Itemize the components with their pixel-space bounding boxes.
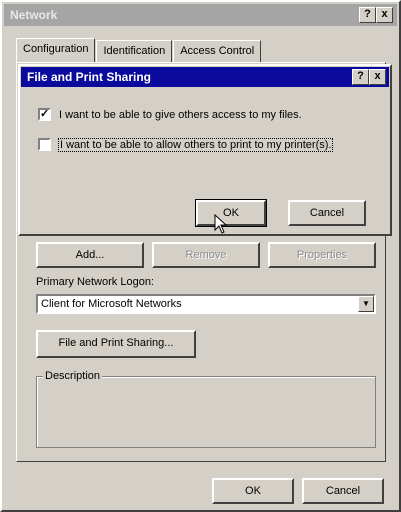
files-option-row[interactable]: ✓ I want to be able to give others acces… xyxy=(38,108,302,121)
files-option-label: I want to be able to give others access … xyxy=(59,108,302,121)
description-group: Description xyxy=(36,370,376,448)
dialog-ok-button[interactable]: OK xyxy=(195,199,267,227)
printers-option-label: I want to be able to allow others to pri… xyxy=(57,137,334,152)
primary-logon-value: Client for Microsoft Networks xyxy=(41,298,182,310)
tab-access-control[interactable]: Access Control xyxy=(173,40,262,62)
ok-button[interactable]: OK xyxy=(212,478,294,504)
remove-button[interactable]: Remove xyxy=(152,242,260,268)
file-print-sharing-button[interactable]: File and Print Sharing... xyxy=(36,330,196,358)
tab-strip: Configuration Identification Access Cont… xyxy=(16,38,262,62)
help-icon[interactable]: ? xyxy=(359,7,376,23)
dialog-close-icon[interactable]: x xyxy=(369,69,386,85)
printers-checkbox[interactable] xyxy=(38,138,51,151)
close-icon[interactable]: x xyxy=(376,7,393,23)
dialog-cancel-button[interactable]: Cancel xyxy=(288,200,366,226)
mouse-pointer-icon xyxy=(214,214,228,234)
cancel-button[interactable]: Cancel xyxy=(302,478,384,504)
window-title: Network xyxy=(10,8,58,22)
dialog-help-icon[interactable]: ? xyxy=(352,69,369,85)
add-button[interactable]: Add... xyxy=(36,242,144,268)
dialog-titlebar: File and Print Sharing ? x xyxy=(21,67,389,87)
primary-logon-select[interactable]: Client for Microsoft Networks ▼ xyxy=(36,294,376,314)
printers-option-row[interactable]: I want to be able to allow others to pri… xyxy=(38,137,334,152)
file-print-sharing-dialog: File and Print Sharing ? x ✓ I want to b… xyxy=(18,64,392,236)
chevron-down-icon[interactable]: ▼ xyxy=(358,296,374,312)
tab-configuration[interactable]: Configuration xyxy=(16,38,96,62)
network-titlebar: Network ? x xyxy=(4,4,397,26)
dialog-title: File and Print Sharing xyxy=(27,70,152,84)
tab-identification[interactable]: Identification xyxy=(96,40,173,62)
description-title: Description xyxy=(43,370,103,382)
properties-button[interactable]: Properties xyxy=(268,242,376,268)
files-checkbox[interactable]: ✓ xyxy=(38,108,51,121)
primary-logon-label: Primary Network Logon: xyxy=(36,276,154,288)
